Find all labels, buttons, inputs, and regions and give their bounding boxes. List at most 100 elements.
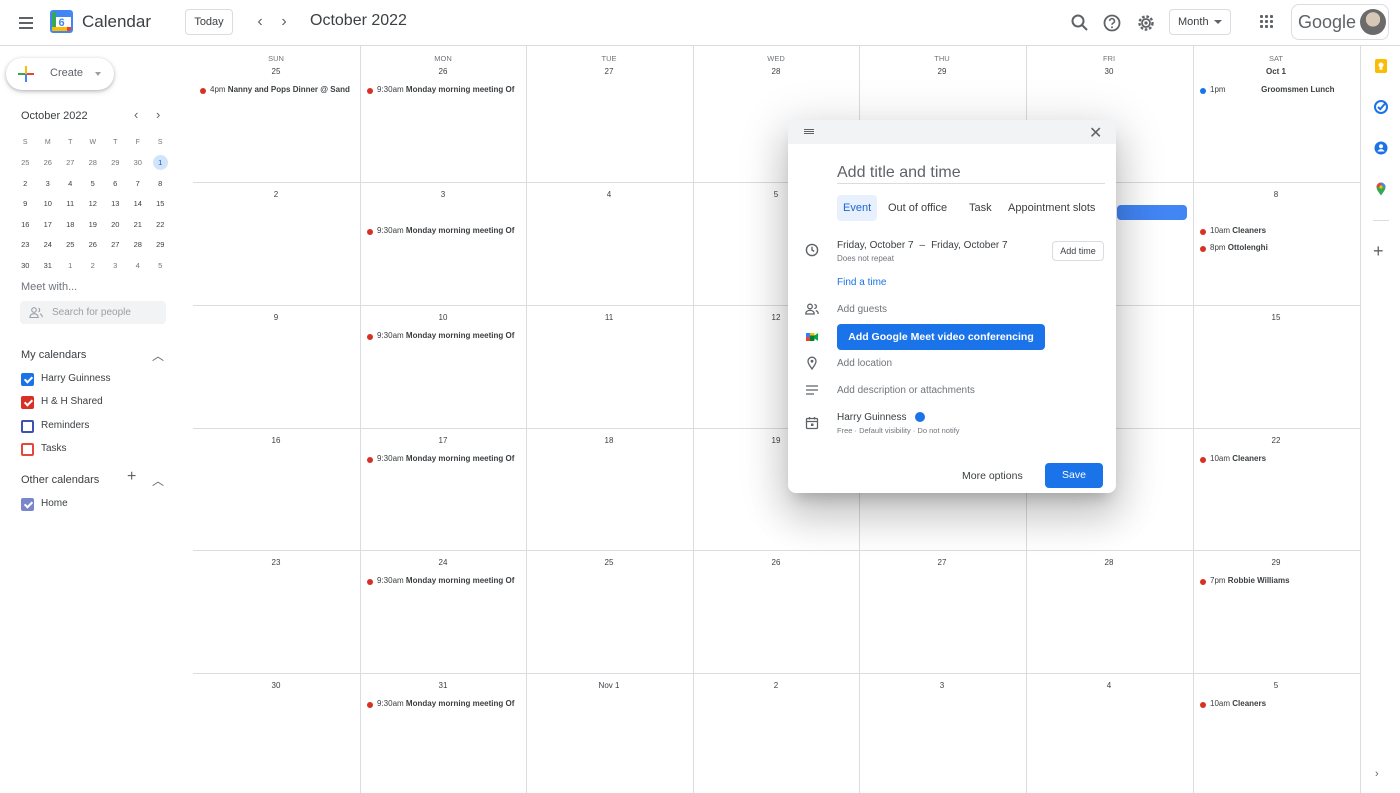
add-description-field[interactable]: Add description or attachments bbox=[837, 385, 975, 396]
mini-day[interactable]: 16 bbox=[14, 220, 37, 229]
mini-day[interactable]: 28 bbox=[127, 240, 150, 249]
day-number[interactable]: 25 bbox=[526, 558, 692, 567]
mini-day[interactable]: 25 bbox=[59, 240, 82, 249]
previous-period-button[interactable]: ‹ bbox=[248, 11, 272, 35]
chevron-up-icon[interactable]: ︿ bbox=[152, 472, 164, 489]
mini-day[interactable]: 26 bbox=[37, 158, 60, 167]
today-button[interactable]: Today bbox=[185, 9, 233, 35]
mini-day[interactable]: 7 bbox=[127, 179, 150, 188]
event-chip[interactable]: 9:30am Monday morning meeting Of bbox=[367, 454, 520, 466]
event-visibility-summary[interactable]: Free · Default visibility · Do not notif… bbox=[837, 426, 960, 435]
day-number[interactable]: 30 bbox=[193, 681, 359, 690]
day-number[interactable]: 2 bbox=[193, 190, 359, 199]
mini-day[interactable]: 5 bbox=[82, 179, 105, 188]
day-number[interactable]: 15 bbox=[1193, 313, 1359, 322]
settings-gear-icon[interactable] bbox=[1134, 11, 1158, 35]
keep-icon[interactable] bbox=[1374, 59, 1388, 73]
event-chip[interactable]: 7pm Robbie Williams bbox=[1200, 576, 1353, 588]
mini-day[interactable]: 12 bbox=[82, 199, 105, 208]
event-chip[interactable]: 1pm Groomsmen Lunch bbox=[1200, 85, 1353, 97]
event-chip[interactable]: 9:30am Monday morning meeting Of bbox=[367, 331, 520, 343]
mini-day[interactable]: 1 bbox=[59, 261, 82, 270]
mini-day[interactable]: 31 bbox=[37, 261, 60, 270]
event-date-range[interactable]: Friday, October 7– Friday, October 7 bbox=[837, 240, 1008, 251]
calendar-checkbox[interactable] bbox=[21, 396, 34, 410]
mini-day[interactable]: 30 bbox=[14, 261, 37, 270]
maps-icon[interactable] bbox=[1374, 182, 1388, 196]
mini-day[interactable]: 30 bbox=[127, 158, 150, 167]
day-number[interactable]: 8 bbox=[1193, 190, 1359, 199]
repeat-setting[interactable]: Does not repeat bbox=[837, 254, 894, 263]
day-number[interactable]: 27 bbox=[526, 67, 692, 76]
day-number[interactable]: 10 bbox=[360, 313, 526, 322]
chevron-up-icon[interactable]: ︿ bbox=[152, 347, 164, 364]
mini-day[interactable]: 27 bbox=[104, 240, 127, 249]
event-chip[interactable]: 10am Cleaners bbox=[1200, 454, 1353, 466]
create-button[interactable]: Create bbox=[6, 58, 114, 90]
day-number[interactable]: 31 bbox=[360, 681, 526, 690]
drag-handle-icon[interactable] bbox=[804, 129, 814, 134]
event-chip[interactable]: 9:30am Monday morning meeting Of bbox=[367, 699, 520, 711]
help-icon[interactable] bbox=[1100, 11, 1124, 35]
chevron-right-icon[interactable]: › bbox=[1375, 768, 1379, 780]
mini-day[interactable]: 23 bbox=[14, 240, 37, 249]
mini-day[interactable]: 13 bbox=[104, 199, 127, 208]
event-title-input[interactable] bbox=[837, 162, 1105, 184]
event-chip[interactable]: 10am Cleaners bbox=[1200, 226, 1353, 238]
mini-day[interactable]: 11 bbox=[59, 199, 82, 208]
start-date[interactable]: Friday, October 7 bbox=[837, 240, 914, 251]
day-number[interactable]: 5 bbox=[1193, 681, 1359, 690]
mini-day[interactable]: 25 bbox=[14, 158, 37, 167]
account-switcher[interactable]: Google bbox=[1291, 4, 1389, 40]
day-number[interactable]: 25 bbox=[193, 67, 359, 76]
add-location-field[interactable]: Add location bbox=[837, 358, 892, 369]
mini-day[interactable]: 9 bbox=[14, 199, 37, 208]
event-chip[interactable]: 10am Cleaners bbox=[1200, 699, 1353, 711]
more-options-button[interactable]: More options bbox=[962, 470, 1023, 482]
day-number[interactable]: 4 bbox=[526, 190, 692, 199]
day-number[interactable]: 18 bbox=[526, 436, 692, 445]
day-number[interactable]: 22 bbox=[1193, 436, 1359, 445]
mini-day[interactable]: 17 bbox=[37, 220, 60, 229]
calendar-checkbox[interactable] bbox=[21, 498, 34, 511]
day-number[interactable]: 23 bbox=[193, 558, 359, 567]
day-number[interactable]: 24 bbox=[360, 558, 526, 567]
add-guests-field[interactable]: Add guests bbox=[837, 304, 887, 315]
google-apps-icon[interactable] bbox=[1260, 15, 1274, 29]
mini-prev-month-button[interactable]: ‹ bbox=[134, 107, 138, 122]
view-switcher-dropdown[interactable]: Month bbox=[1169, 9, 1231, 35]
avatar[interactable] bbox=[1360, 9, 1386, 35]
mini-day[interactable]: 5 bbox=[149, 261, 172, 270]
tab-appointment-slots[interactable]: Appointment slots bbox=[1002, 195, 1101, 221]
main-menu-icon[interactable] bbox=[14, 11, 38, 35]
event-chip[interactable]: 8pm Ottolenghi bbox=[1200, 243, 1353, 255]
day-number[interactable]: 11 bbox=[526, 313, 692, 322]
mini-day[interactable]: 8 bbox=[149, 179, 172, 188]
mini-next-month-button[interactable]: › bbox=[156, 107, 160, 122]
day-number[interactable]: 30 bbox=[1026, 67, 1192, 76]
day-number[interactable]: 26 bbox=[693, 558, 859, 567]
mini-day[interactable]: 3 bbox=[104, 261, 127, 270]
day-number[interactable]: Nov 1 bbox=[526, 681, 692, 690]
day-number[interactable]: 9 bbox=[193, 313, 359, 322]
mini-day[interactable]: 4 bbox=[127, 261, 150, 270]
day-number[interactable]: 29 bbox=[1193, 558, 1359, 567]
calendar-owner-select[interactable]: Harry Guinness bbox=[837, 412, 906, 423]
dialog-drag-bar[interactable]: ✕ bbox=[788, 120, 1116, 144]
save-button[interactable]: Save bbox=[1045, 463, 1103, 488]
day-number[interactable]: 4 bbox=[1026, 681, 1192, 690]
new-event-placeholder-bar[interactable] bbox=[1117, 205, 1187, 220]
mini-day[interactable]: 2 bbox=[82, 261, 105, 270]
tasks-icon[interactable] bbox=[1374, 100, 1388, 114]
other-calendars-title[interactable]: Other calendars bbox=[21, 474, 99, 486]
add-google-meet-button[interactable]: Add Google Meet video conferencing bbox=[837, 324, 1045, 350]
tab-event[interactable]: Event bbox=[837, 195, 878, 221]
get-add-ons-icon[interactable]: + bbox=[1373, 242, 1384, 260]
mini-day[interactable]: 29 bbox=[104, 158, 127, 167]
mini-day[interactable]: 26 bbox=[82, 240, 105, 249]
close-icon[interactable]: ✕ bbox=[1089, 123, 1102, 143]
calendar-color-dot[interactable] bbox=[915, 412, 925, 422]
day-number[interactable]: Oct 1 bbox=[1193, 67, 1359, 76]
mini-day[interactable]: 4 bbox=[59, 179, 82, 188]
mini-day[interactable]: 29 bbox=[149, 240, 172, 249]
